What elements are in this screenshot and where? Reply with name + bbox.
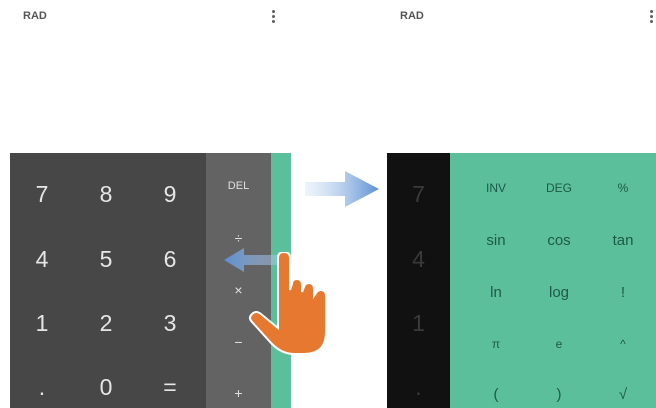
key-2[interactable]: 2	[74, 310, 138, 337]
add-button[interactable]: +	[206, 385, 271, 401]
key-3[interactable]: 3	[138, 310, 202, 337]
key-4[interactable]: 4	[10, 246, 74, 273]
key-0[interactable]: 0	[74, 374, 138, 401]
dimmed-number-pad: 7 4 1 .	[387, 153, 450, 408]
degree-toggle-button[interactable]: DEG	[527, 181, 591, 195]
delete-button[interactable]: DEL	[206, 180, 271, 192]
more-options-icon[interactable]	[650, 10, 654, 25]
key-equals[interactable]: =	[138, 374, 202, 401]
angle-mode-label[interactable]: RAD	[23, 10, 47, 22]
dimmed-key: .	[415, 374, 422, 400]
key-9[interactable]: 9	[138, 181, 202, 208]
swipe-hand-icon	[249, 252, 327, 355]
open-paren-button[interactable]: (	[464, 386, 528, 403]
log-button[interactable]: log	[527, 284, 591, 301]
factorial-button[interactable]: !	[591, 284, 655, 301]
key-5[interactable]: 5	[74, 246, 138, 273]
more-options-icon[interactable]	[272, 10, 276, 25]
euler-button[interactable]: e	[527, 337, 591, 351]
power-button[interactable]: ^	[591, 337, 655, 351]
key-decimal[interactable]: .	[10, 374, 74, 401]
tan-button[interactable]: tan	[591, 232, 655, 249]
sin-button[interactable]: sin	[464, 232, 528, 249]
transition-right-arrow-icon	[305, 171, 379, 207]
divide-button[interactable]: ÷	[206, 230, 271, 246]
percent-button[interactable]: %	[591, 181, 655, 195]
number-pad: 7 8 9 4 5 6 1 2 3 . 0 =	[10, 153, 206, 408]
inverse-button[interactable]: INV	[464, 181, 528, 195]
dimmed-key: 1	[412, 310, 425, 336]
pi-button[interactable]: π	[464, 337, 528, 351]
key-6[interactable]: 6	[138, 246, 202, 273]
cos-button[interactable]: cos	[527, 232, 591, 249]
square-root-button[interactable]: √	[591, 386, 655, 403]
angle-mode-label[interactable]: RAD	[400, 10, 424, 22]
close-paren-button[interactable]: )	[527, 386, 591, 403]
key-1[interactable]: 1	[10, 310, 74, 337]
advanced-function-pad: INV DEG % sin cos tan ln log ! π e ^ ( )…	[450, 153, 656, 408]
dimmed-key: 4	[412, 246, 425, 272]
dimmed-key: 7	[412, 181, 425, 207]
key-7[interactable]: 7	[10, 181, 74, 208]
ln-button[interactable]: ln	[464, 284, 528, 301]
key-8[interactable]: 8	[74, 181, 138, 208]
